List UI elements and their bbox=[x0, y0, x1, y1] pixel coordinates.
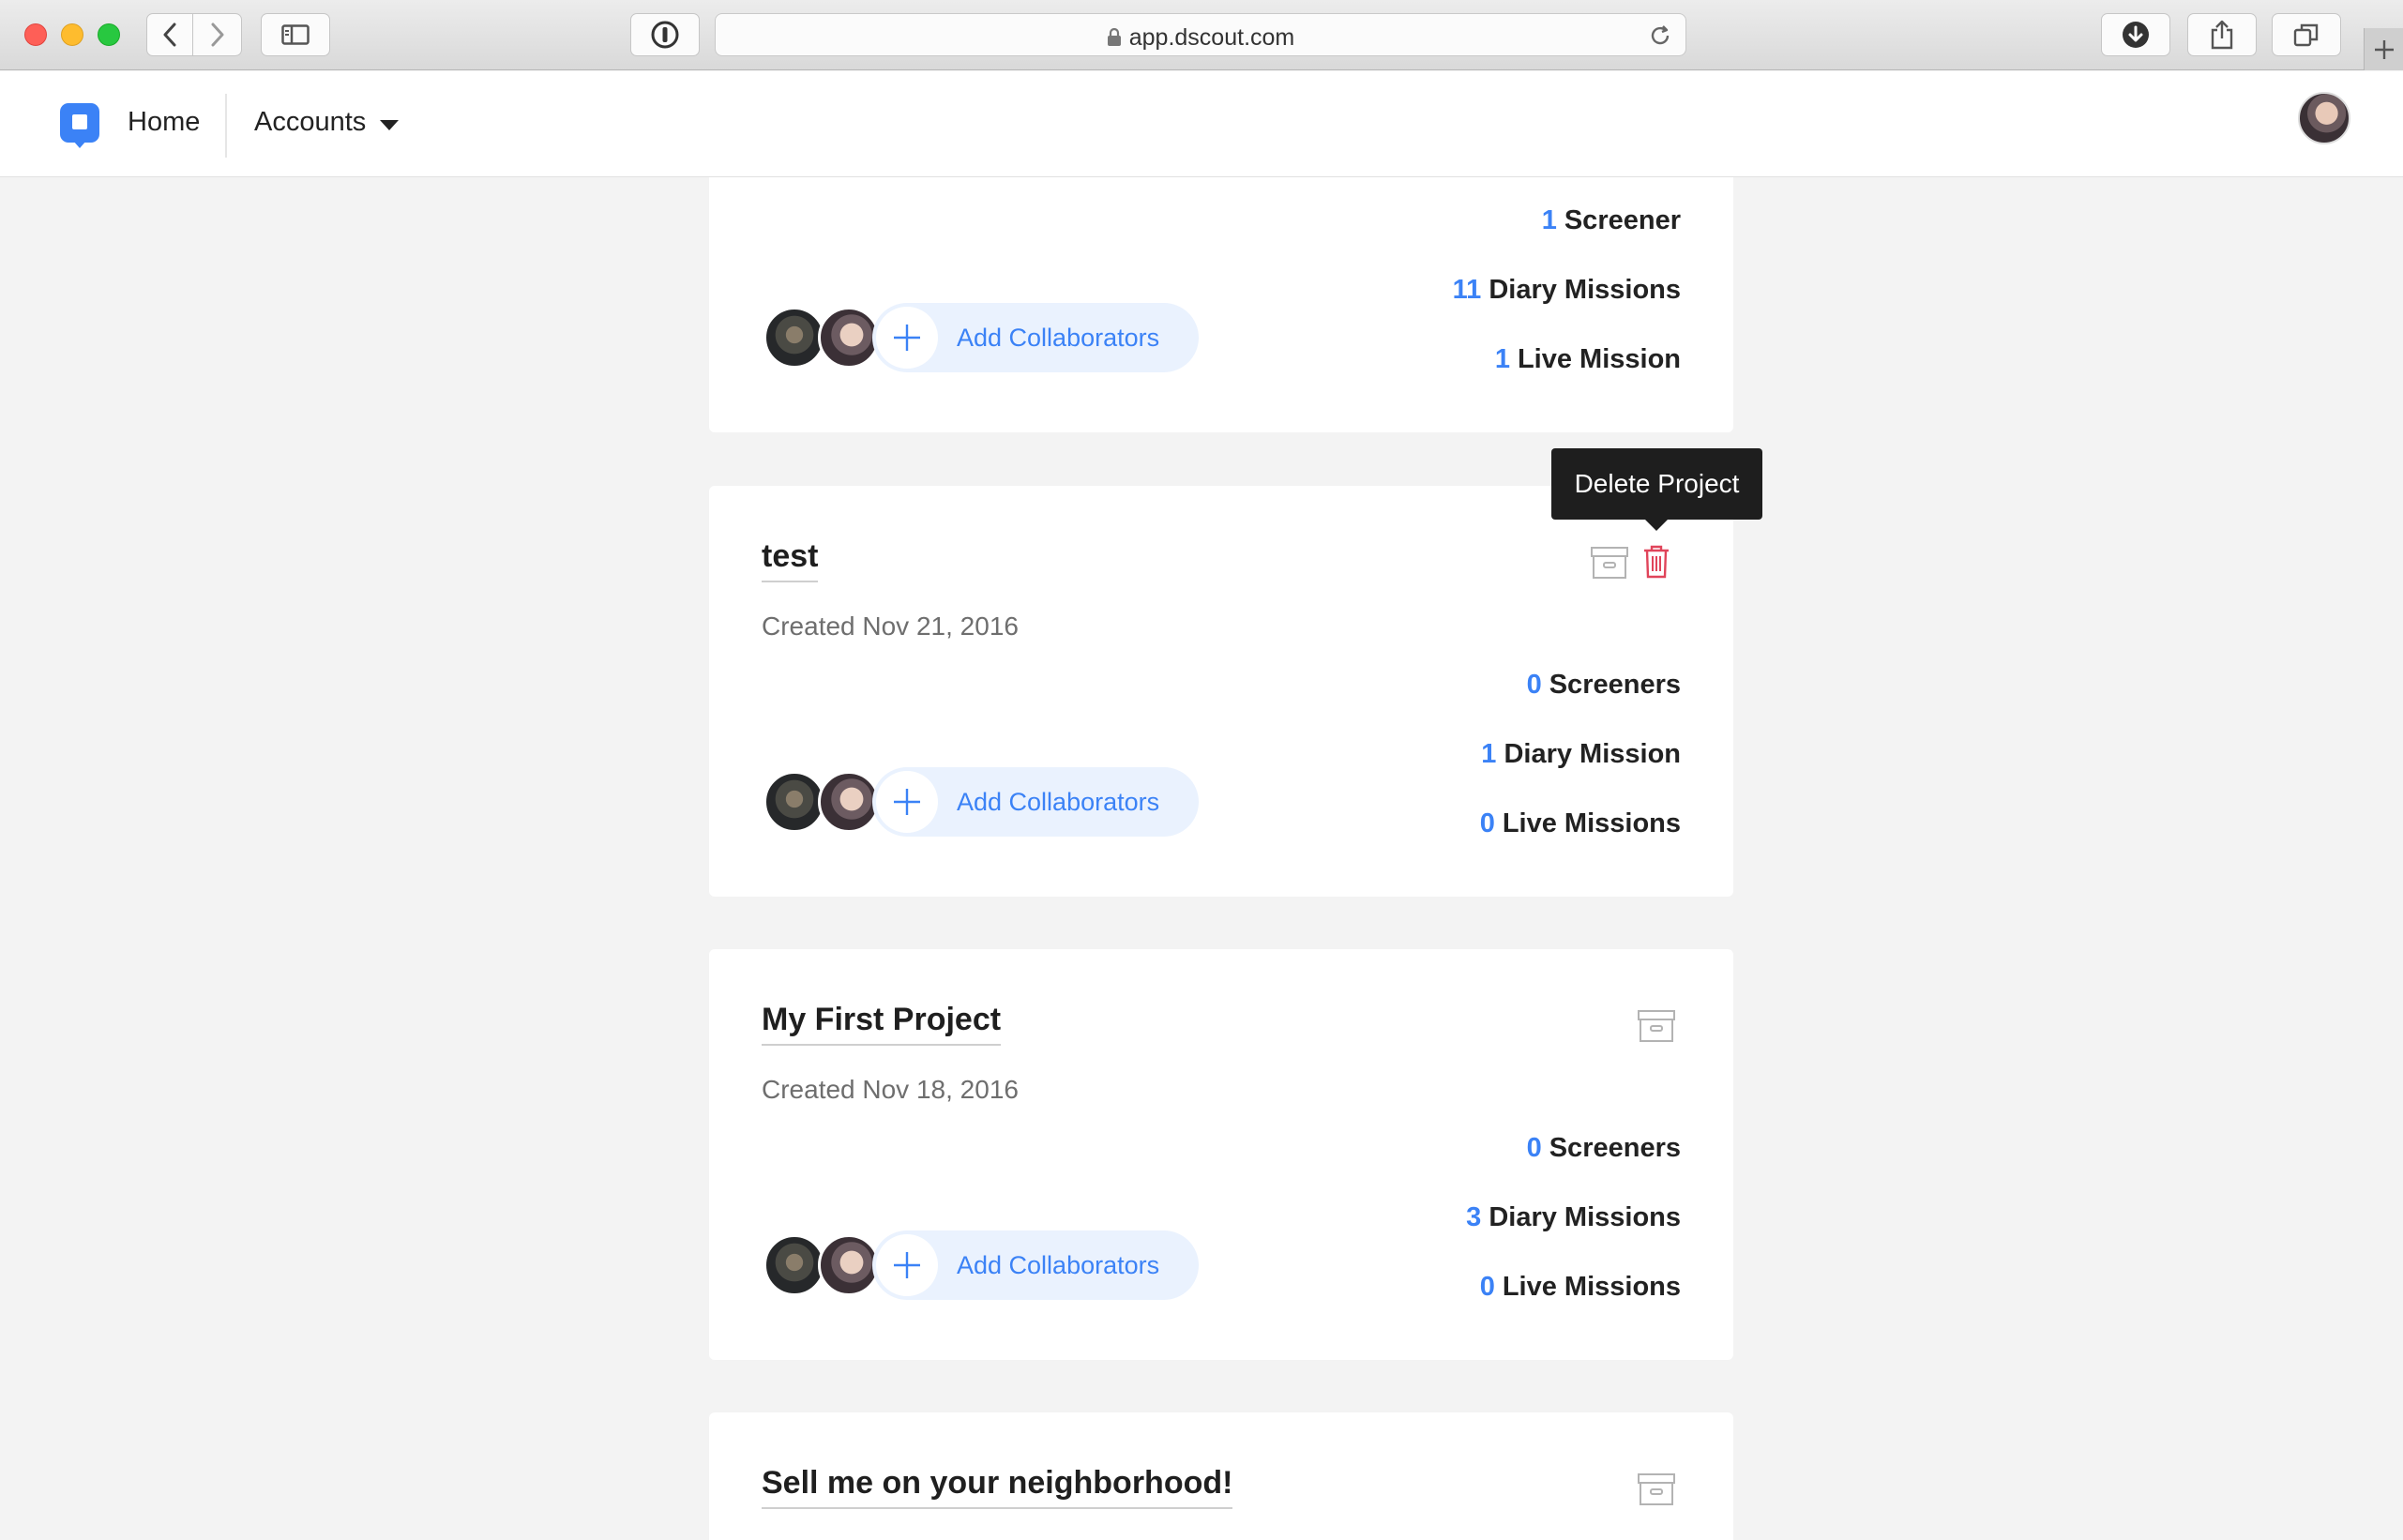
sidebar-toggle-button[interactable] bbox=[261, 13, 330, 56]
archive-icon bbox=[1591, 547, 1628, 579]
project-card-sell-me-on-your-neighborhood: Sell me on your neighborhood! bbox=[709, 1412, 1733, 1540]
created-date: Created Nov 18, 2016 bbox=[762, 1075, 1019, 1104]
zoom-window-button[interactable] bbox=[98, 23, 120, 46]
project-card: 1 Screener 11 Diary Missions 1 Live Mission… bbox=[709, 177, 1733, 432]
stat-screeners: 0 Screeners bbox=[1526, 1133, 1681, 1163]
url-text: app.dscout.com bbox=[1128, 24, 1295, 51]
created-date: Created Nov 21, 2016 bbox=[762, 611, 1019, 641]
stat-live-missions: 0 Live Missions bbox=[1479, 1272, 1681, 1302]
forward-icon bbox=[211, 23, 223, 47]
project-title[interactable]: Sell me on your neighborhood! bbox=[762, 1465, 1233, 1509]
chevron-down-icon[interactable] bbox=[380, 120, 399, 130]
lock-icon bbox=[1107, 28, 1121, 46]
delete-project-button[interactable] bbox=[1640, 542, 1673, 581]
nav-home-link[interactable]: Home bbox=[128, 107, 200, 138]
project-title[interactable]: test bbox=[762, 538, 819, 582]
nav-divider bbox=[225, 94, 227, 158]
stat-screeners: 1 Screener bbox=[1541, 205, 1681, 235]
archive-button[interactable] bbox=[1636, 1471, 1677, 1508]
trash-icon bbox=[1644, 545, 1669, 579]
plus-icon bbox=[876, 771, 938, 833]
stat-diary-missions: 1 Diary Mission bbox=[1481, 739, 1681, 769]
collaborator-avatar[interactable] bbox=[763, 771, 825, 833]
archive-icon bbox=[1638, 1473, 1675, 1505]
share-icon bbox=[2211, 20, 2233, 50]
collaborator-avatar[interactable] bbox=[763, 1234, 825, 1296]
collaborator-avatar[interactable] bbox=[818, 771, 880, 833]
collaborator-avatar[interactable] bbox=[818, 307, 880, 369]
reload-icon[interactable] bbox=[1648, 23, 1672, 48]
plus-icon bbox=[876, 1234, 938, 1296]
archive-icon bbox=[1638, 1010, 1675, 1042]
stat-live-missions: 0 Live Missions bbox=[1479, 808, 1681, 838]
back-button[interactable] bbox=[146, 13, 193, 56]
add-collaborators-button[interactable]: Add Collaborators bbox=[872, 1230, 1199, 1300]
archive-button[interactable] bbox=[1589, 544, 1630, 581]
minimize-window-button[interactable] bbox=[61, 23, 83, 46]
stat-live-missions: 1 Live Mission bbox=[1494, 344, 1681, 374]
downloads-button[interactable] bbox=[2101, 13, 2170, 56]
password-manager-button[interactable] bbox=[630, 13, 700, 56]
new-tab-icon bbox=[2374, 39, 2394, 59]
app-header: Home Accounts bbox=[0, 71, 2403, 177]
delete-project-tooltip: Delete Project bbox=[1551, 448, 1762, 531]
project-card-my-first-project: My First Project Created Nov 18, 2016 0S… bbox=[709, 949, 1733, 1360]
tabs-icon bbox=[2293, 23, 2319, 47]
user-avatar[interactable] bbox=[2298, 92, 2350, 144]
address-bar[interactable]: app.dscout.com bbox=[715, 13, 1686, 56]
forward-button[interactable] bbox=[193, 13, 242, 56]
plus-icon bbox=[876, 307, 938, 369]
collaborator-avatar[interactable] bbox=[763, 307, 825, 369]
download-icon bbox=[2123, 22, 2149, 48]
share-button[interactable] bbox=[2187, 13, 2257, 56]
dscout-logo-icon[interactable] bbox=[60, 103, 99, 143]
add-collaborators-button[interactable]: Add Collaborators bbox=[872, 303, 1199, 372]
stat-diary-missions: 3 Diary Missions bbox=[1466, 1202, 1681, 1232]
nav-accounts-dropdown[interactable]: Accounts bbox=[254, 107, 366, 138]
new-tab-button[interactable] bbox=[2364, 28, 2403, 70]
show-tabs-button[interactable] bbox=[2272, 13, 2341, 56]
stat-diary-missions: 11 Diary Missions bbox=[1452, 275, 1681, 305]
sidebar-icon bbox=[281, 24, 310, 45]
close-window-button[interactable] bbox=[24, 23, 47, 46]
collaborator-avatar[interactable] bbox=[818, 1234, 880, 1296]
browser-toolbar: app.dscout.com bbox=[0, 0, 2403, 70]
stat-screeners: 0 Screeners bbox=[1526, 670, 1681, 700]
back-icon bbox=[163, 23, 176, 47]
project-title[interactable]: My First Project bbox=[762, 1002, 1002, 1046]
project-card-test: test Created Nov 21, 2016 0 Screeners 1 Di… bbox=[709, 486, 1733, 897]
password-icon bbox=[651, 21, 679, 49]
add-collaborators-button[interactable]: Add Collaborators bbox=[872, 767, 1199, 837]
archive-button[interactable] bbox=[1636, 1007, 1677, 1045]
